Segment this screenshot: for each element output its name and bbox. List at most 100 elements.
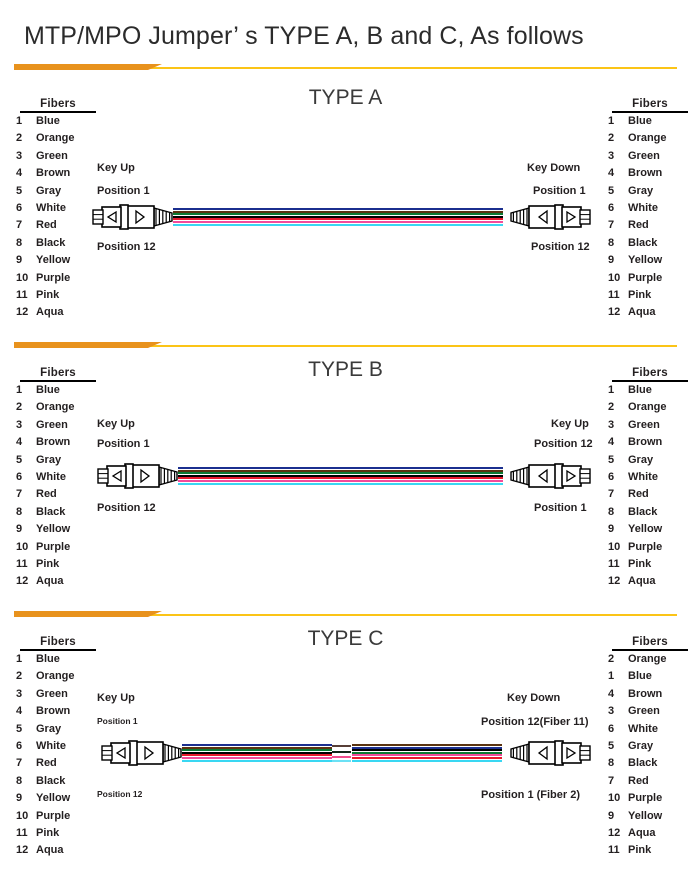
fiber-row: 2 Orange	[16, 668, 112, 685]
fiber-number: 1	[608, 670, 615, 683]
fiber-number: 7	[16, 488, 23, 501]
fiber-legend-header: Fibers	[20, 367, 96, 382]
right-top-position: Position 12	[534, 438, 593, 450]
fiber-strand-transition	[332, 759, 351, 762]
fiber-number: 4	[608, 687, 615, 700]
fiber-number: 8	[608, 236, 615, 249]
fiber-color-name: Aqua	[628, 575, 656, 588]
fiber-number: 7	[608, 488, 615, 501]
fiber-number: 11	[608, 558, 620, 571]
fiber-legend-header: Fibers	[612, 636, 688, 651]
connector-left	[92, 202, 184, 237]
fiber-legend-right: Fibers 1 Blue 2 Orange 3 Green 4 Brown 5 Gray 6 Whi…	[608, 367, 691, 591]
fiber-number: 5	[16, 453, 23, 466]
fiber-row: 1 Blue	[608, 668, 691, 685]
fiber-number: 9	[16, 254, 23, 267]
fiber-color-name: Blue	[36, 384, 60, 396]
fiber-color-name: Gray	[628, 453, 654, 466]
fiber-row: 12 Aqua	[608, 304, 691, 321]
fiber-number: 11	[16, 289, 28, 302]
fiber-number: 12	[608, 575, 621, 588]
fiber-number: 3	[16, 149, 23, 162]
right-top-position: Position 1	[533, 185, 586, 197]
fiber-color-name: Blue	[36, 653, 60, 665]
fiber-strand	[352, 754, 502, 757]
fiber-color-name: White	[628, 471, 658, 484]
fiber-color-name: Yellow	[628, 523, 663, 536]
fiber-row: 2 Orange	[608, 399, 691, 416]
fiber-row: 3 Green	[608, 703, 691, 720]
fiber-row: 7 Red	[608, 773, 691, 790]
fiber-row: 10 Purple	[608, 790, 691, 807]
fiber-color-name: Yellow	[628, 254, 663, 267]
fiber-row: 9 Yellow	[608, 252, 691, 269]
fiber-row: 6 White	[16, 738, 112, 755]
connector-right	[499, 461, 591, 496]
fiber-color-name: Purple	[36, 271, 71, 284]
divider-orange-wedge	[148, 342, 162, 348]
fiber-color-name: Red	[628, 774, 649, 787]
fiber-color-name: Gray	[628, 740, 654, 753]
right-bottom-position: Position 12	[531, 241, 590, 253]
fiber-number: 1	[16, 115, 23, 127]
fiber-strand	[182, 759, 332, 762]
fiber-ribbon	[173, 206, 503, 228]
fiber-color-name: Purple	[36, 809, 71, 822]
fiber-color-name: Purple	[628, 540, 663, 553]
fiber-strand	[173, 223, 503, 226]
fiber-color-name: Orange	[36, 132, 75, 145]
fiber-row: 4 Brown	[608, 434, 691, 451]
fiber-row: 4 Brown	[608, 686, 691, 703]
divider-orange-wedge	[148, 64, 162, 70]
fiber-row: 2 Orange	[608, 651, 691, 668]
fiber-number: 11	[608, 289, 620, 302]
fiber-number: 9	[608, 523, 615, 536]
fiber-color-name: Orange	[36, 670, 75, 683]
fiber-legend-header: Fibers	[612, 367, 688, 382]
fiber-color-name: White	[628, 202, 658, 215]
fiber-number: 10	[16, 540, 29, 553]
fiber-color-name: Blue	[628, 670, 652, 683]
fiber-number: 10	[608, 271, 621, 284]
fiber-row: 9 Yellow	[608, 808, 691, 825]
fiber-strand	[178, 482, 503, 485]
fiber-number: 10	[16, 271, 29, 284]
fiber-row: 3 Green	[608, 417, 691, 434]
fiber-color-name: Red	[628, 488, 649, 501]
connector-left	[101, 738, 193, 773]
fiber-row: 10 Purple	[16, 808, 112, 825]
fiber-row: 10 Purple	[16, 539, 112, 556]
fiber-color-name: Aqua	[628, 827, 656, 840]
right-key-label: Key Up	[551, 418, 589, 430]
fiber-row: 12 Aqua	[608, 825, 691, 842]
fiber-row: 6 White	[608, 469, 691, 486]
fiber-color-name: Red	[628, 219, 649, 232]
left-bottom-position: Position 12	[97, 502, 156, 514]
fiber-row: 7 Red	[16, 755, 112, 772]
fiber-row: 10 Purple	[16, 270, 112, 287]
fiber-color-name: Orange	[628, 132, 667, 145]
divider-orange-wedge	[148, 611, 162, 617]
left-key-label: Key Up	[97, 162, 135, 174]
right-top-position: Position 12(Fiber 11)	[481, 716, 589, 728]
fiber-row: 2 Orange	[16, 130, 112, 147]
fiber-number: 12	[16, 844, 29, 857]
fiber-color-name: Aqua	[36, 844, 64, 857]
fiber-row: 12 Aqua	[16, 304, 112, 321]
fiber-row: 12 Aqua	[16, 573, 112, 590]
fiber-row: 8 Black	[608, 755, 691, 772]
fiber-number: 2	[608, 132, 615, 145]
fiber-row: 12 Aqua	[16, 842, 112, 859]
right-bottom-position: Position 1	[534, 502, 587, 514]
fiber-color-name: Yellow	[628, 809, 663, 822]
right-bottom-position: Position 1 (Fiber 2)	[481, 789, 581, 801]
fiber-number: 4	[16, 705, 23, 718]
fiber-row: 1 Blue	[608, 382, 691, 399]
fiber-number: 5	[608, 740, 615, 753]
fiber-number: 8	[16, 236, 23, 249]
fiber-row: 2 Orange	[608, 130, 691, 147]
divider-bottom	[0, 609, 691, 621]
fiber-strand	[352, 749, 502, 752]
fiber-row: 11 Pink	[608, 287, 691, 304]
fiber-strand-transition	[332, 755, 351, 758]
